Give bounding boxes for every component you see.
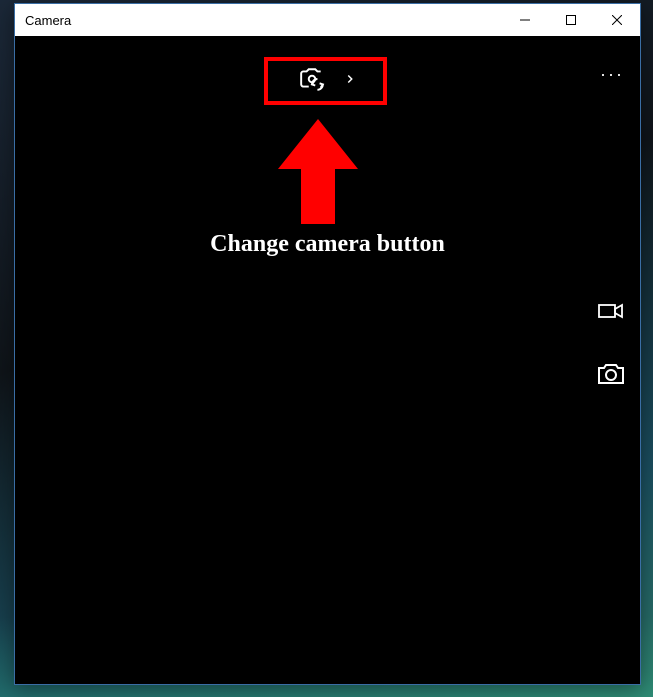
more-options-button[interactable]: ··· — [600, 64, 624, 85]
photo-mode-button[interactable] — [596, 361, 626, 387]
photo-camera-icon — [596, 361, 626, 387]
minimize-button[interactable] — [502, 4, 548, 36]
close-button[interactable] — [594, 4, 640, 36]
chevron-right-icon — [343, 72, 357, 91]
maximize-icon — [566, 15, 576, 25]
more-horizontal-icon: ··· — [600, 64, 624, 84]
video-camera-icon — [598, 301, 624, 321]
camera-viewport: ··· — [15, 36, 640, 684]
titlebar: Camera — [15, 4, 640, 36]
camera-switch-icon — [299, 66, 325, 97]
video-mode-button[interactable] — [598, 301, 624, 321]
top-toolbar — [15, 56, 640, 106]
window-title: Camera — [25, 13, 502, 28]
close-icon — [612, 15, 622, 25]
side-controls — [596, 301, 626, 387]
change-camera-button[interactable] — [283, 58, 373, 105]
camera-app-window: Camera — [14, 3, 641, 685]
window-controls — [502, 4, 640, 36]
maximize-button[interactable] — [548, 4, 594, 36]
minimize-icon — [520, 15, 530, 25]
